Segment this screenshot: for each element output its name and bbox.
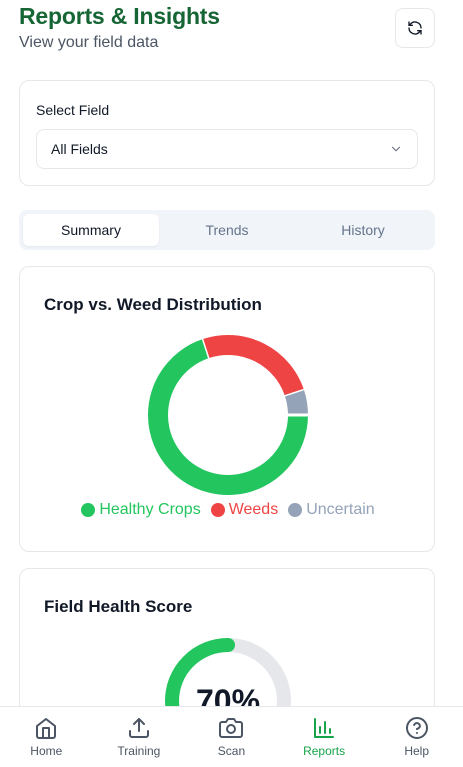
page-title: Reports & Insights: [19, 3, 220, 29]
page-subtitle: View your field data: [19, 34, 159, 51]
donut-slice-weeds: [203, 335, 305, 397]
upload-icon: [128, 718, 149, 738]
nav-help[interactable]: Help: [370, 707, 463, 767]
nav-training-label: Training: [117, 744, 161, 758]
distribution-card: Crop vs. Weed Distribution Healthy Crops…: [19, 266, 435, 552]
camera-icon: [219, 718, 244, 738]
help-circle-icon: [405, 717, 428, 739]
field-select-value: All Fields: [51, 141, 108, 157]
nav-reports-label: Reports: [303, 744, 346, 758]
report-tabs: Summary Trends History: [19, 210, 435, 250]
tab-history[interactable]: History: [295, 214, 431, 246]
legend-item: Uncertain: [288, 501, 375, 519]
legend-item: Healthy Crops: [81, 501, 201, 519]
nav-scan-label: Scan: [217, 744, 246, 758]
nav-home[interactable]: Home: [0, 707, 93, 767]
distribution-donut-chart: [148, 335, 309, 495]
distribution-legend: Healthy Crops Weeds Uncertain: [20, 501, 436, 519]
nav-home-label: Home: [30, 744, 63, 758]
legend-swatch: [81, 503, 96, 517]
tab-summary[interactable]: Summary: [23, 214, 159, 246]
tab-trends[interactable]: Trends: [159, 214, 295, 246]
bar-chart-icon: [314, 718, 335, 738]
bottom-navigation: Home Training Scan Reports Help: [0, 706, 463, 767]
nav-reports[interactable]: Reports: [278, 707, 371, 767]
legend-label: Weeds: [228, 501, 279, 518]
refresh-button[interactable]: [395, 8, 435, 48]
legend-label: Healthy Crops: [99, 501, 201, 518]
home-icon: [36, 718, 57, 739]
field-select-dropdown[interactable]: All Fields: [36, 129, 418, 169]
donut-slice-uncertain: [284, 390, 308, 416]
nav-help-label: Help: [404, 744, 430, 758]
field-select-card: Select Field All Fields: [19, 80, 435, 186]
nav-scan[interactable]: Scan: [185, 707, 278, 767]
chevron-down-icon: [391, 146, 401, 152]
legend-swatch: [210, 503, 225, 517]
select-field-label: Select Field: [36, 102, 110, 118]
page-header: Reports & Insights View your field data: [19, 2, 220, 52]
nav-training[interactable]: Training: [93, 707, 186, 767]
legend-item: Weeds: [210, 501, 279, 519]
legend-swatch: [288, 503, 303, 517]
legend-label: Uncertain: [306, 501, 375, 518]
refresh-icon: [408, 21, 422, 35]
